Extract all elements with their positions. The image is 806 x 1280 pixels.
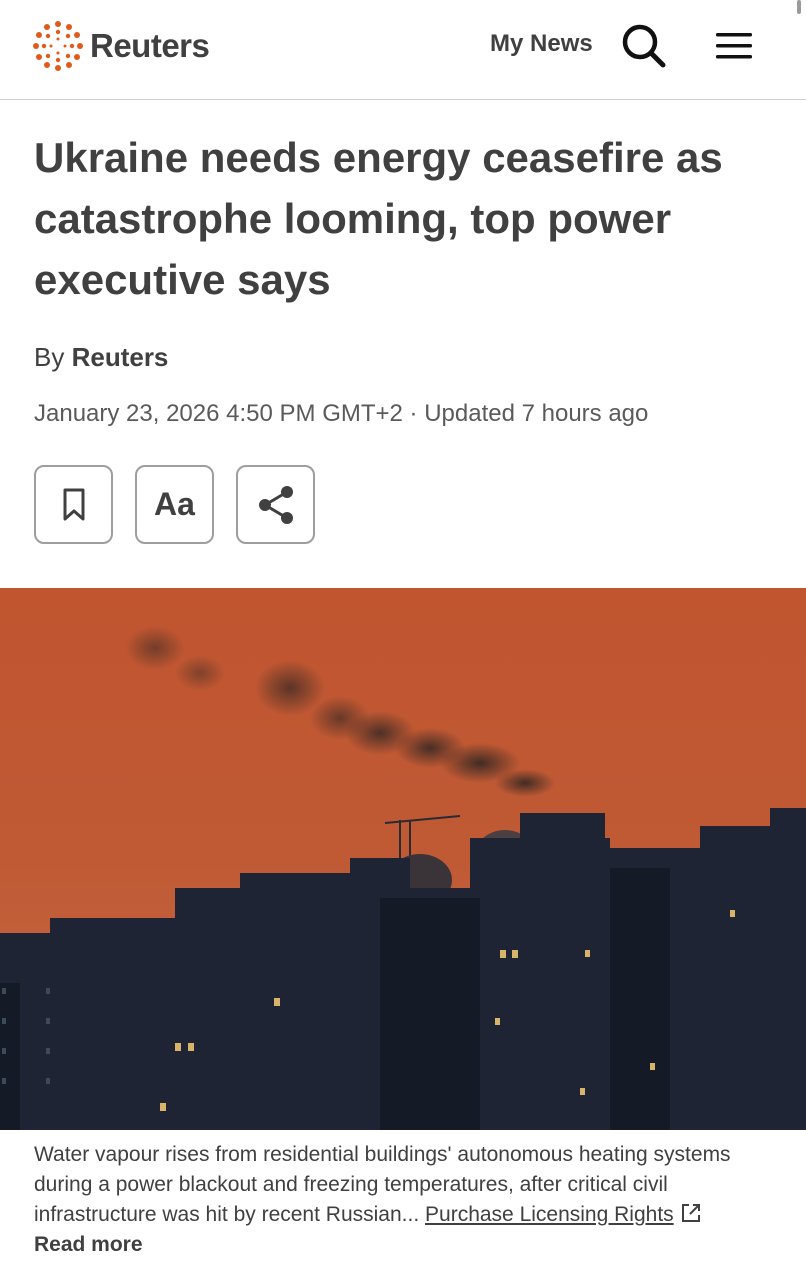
bookmark-button[interactable] bbox=[34, 465, 113, 544]
site-header: Reuters My News bbox=[0, 0, 806, 100]
bookmark-icon bbox=[63, 488, 84, 520]
share-icon bbox=[258, 485, 293, 524]
article-headline: Ukraine needs energy ceasefire as catast… bbox=[34, 134, 723, 303]
logo-wordmark: Reuters bbox=[90, 27, 210, 64]
photo-caption: Water vapour rises from residential buil… bbox=[34, 1140, 774, 1230]
menu-button[interactable] bbox=[712, 26, 758, 66]
share-button[interactable] bbox=[236, 465, 315, 544]
reuters-logo[interactable]: Reuters bbox=[32, 18, 210, 74]
article-photo[interactable] bbox=[0, 588, 806, 1130]
hamburger-menu-icon bbox=[716, 33, 752, 59]
my-news-link[interactable]: My News bbox=[490, 30, 593, 58]
text-size-label: Aa bbox=[154, 486, 195, 522]
scrollbar[interactable] bbox=[797, 0, 801, 14]
byline: By Reuters bbox=[34, 342, 168, 373]
read-more-button[interactable]: Read more bbox=[34, 1233, 143, 1257]
reuters-logo-icon bbox=[33, 21, 83, 71]
search-button[interactable] bbox=[620, 22, 668, 70]
text-size-button[interactable]: Aa bbox=[135, 465, 214, 544]
purchase-licensing-link[interactable]: Purchase Licensing Rights bbox=[425, 1203, 674, 1226]
byline-author[interactable]: Reuters bbox=[72, 342, 169, 372]
external-link-icon bbox=[681, 1204, 700, 1222]
article-dateline: January 23, 2026 4:50 PM GMT+2 · Updated… bbox=[34, 400, 649, 427]
search-icon bbox=[622, 24, 666, 68]
byline-prefix: By bbox=[34, 342, 65, 372]
city-sunset-photo bbox=[0, 588, 806, 1130]
